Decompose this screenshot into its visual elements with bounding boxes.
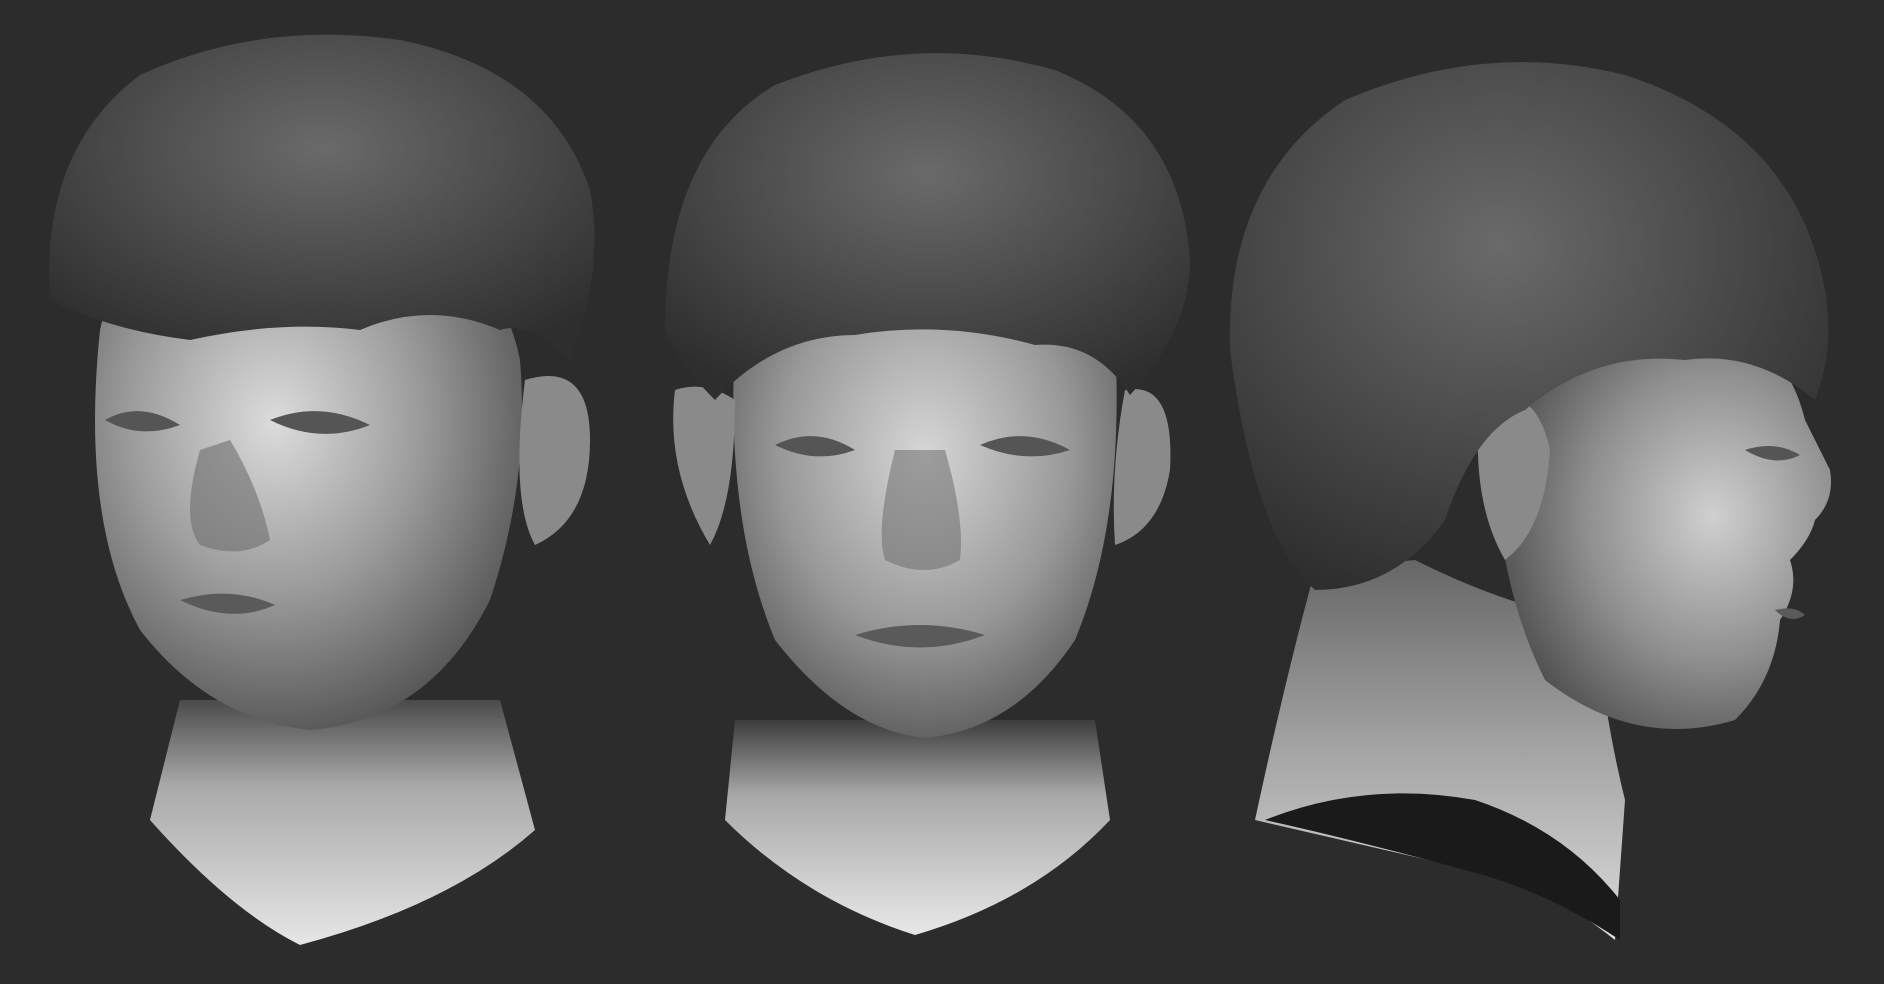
ear-shape	[519, 376, 590, 545]
neck-shape	[150, 700, 535, 945]
face-shape	[1493, 342, 1831, 729]
ear-right-shape	[1113, 389, 1171, 545]
bust-front-render	[665, 53, 1190, 935]
bust-front-view	[655, 0, 1215, 984]
bust-three-quarter-view	[30, 0, 610, 984]
sculpt-viewport	[0, 0, 1884, 984]
bust-profile-view	[1215, 0, 1855, 984]
bust-profile-render	[1229, 62, 1831, 940]
neck-shape	[725, 720, 1110, 935]
ear-left-shape	[673, 386, 735, 545]
hair-shape	[49, 34, 595, 361]
bust-three-quarter-render	[49, 34, 595, 945]
nose-shape	[881, 450, 961, 570]
